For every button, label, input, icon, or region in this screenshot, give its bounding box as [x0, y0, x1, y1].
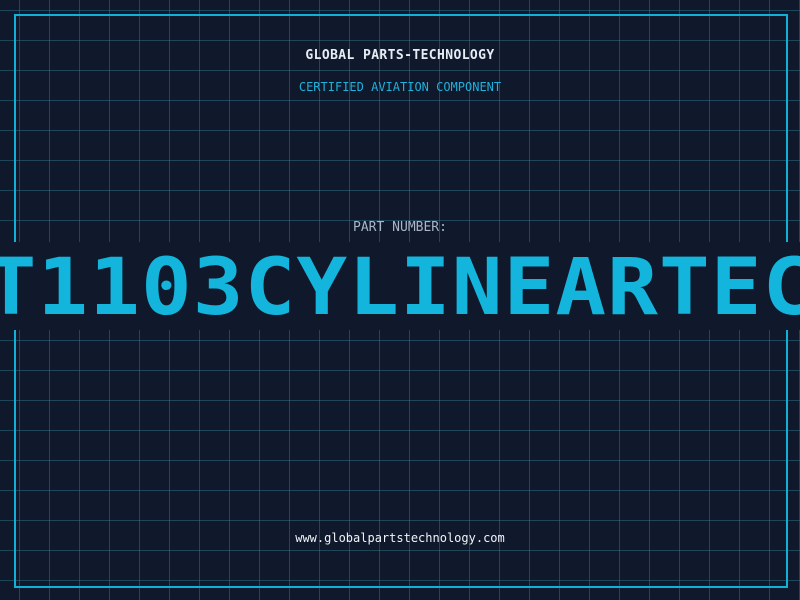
company-name: GLOBAL PARTS-TECHNOLOGY: [305, 48, 495, 63]
part-number-band: LT1103CYLINEARTECH: [0, 242, 800, 330]
part-number-label: PART NUMBER:: [353, 220, 447, 235]
part-number-value: LT1103CYLINEARTECH: [0, 243, 800, 330]
part-label-card: GLOBAL PARTS-TECHNOLOGY CERTIFIED AVIATI…: [0, 0, 800, 600]
website-url: www.globalpartstechnology.com: [295, 531, 505, 545]
company-tagline: CERTIFIED AVIATION COMPONENT: [298, 80, 502, 94]
